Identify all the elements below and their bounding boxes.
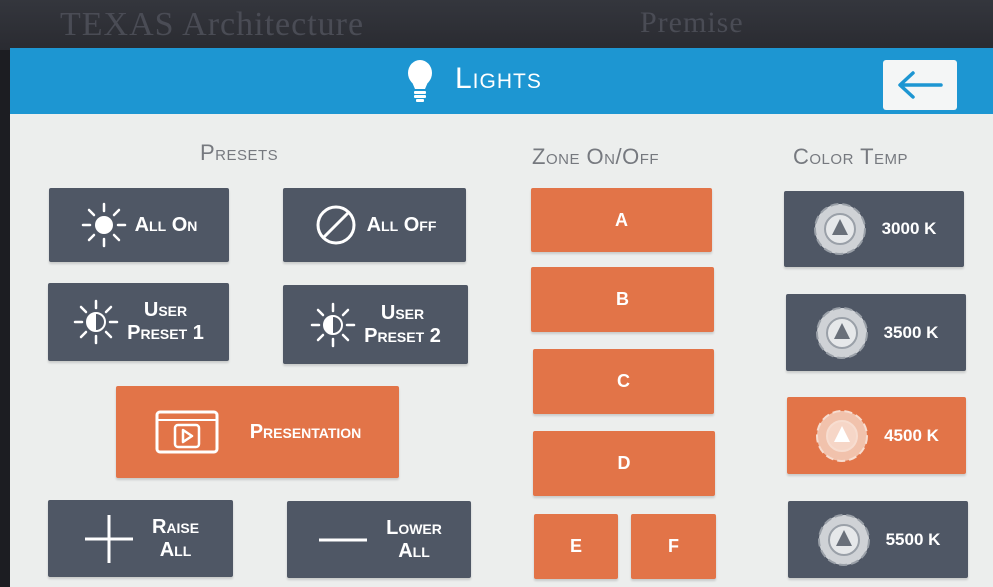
device-bezel-top: TEXAS Architecture Premise xyxy=(0,0,993,50)
all-on-button[interactable]: All On xyxy=(49,188,229,262)
lights-panel: Lights Presets Zone On/Off Color Temp Al… xyxy=(10,48,993,587)
presentation-label: Presentation xyxy=(249,420,362,443)
temp-5500-button[interactable]: 5500 K xyxy=(788,501,968,578)
all-off-button[interactable]: All Off xyxy=(283,188,466,262)
color-wheel-icon xyxy=(812,201,868,257)
zone-f-button[interactable]: F xyxy=(631,514,716,579)
off-circle-icon xyxy=(313,202,359,248)
zone-c-button[interactable]: C xyxy=(533,349,714,414)
plus-icon xyxy=(82,512,136,566)
all-off-label: All Off xyxy=(366,213,437,236)
temp-3500-button[interactable]: 3500 K xyxy=(786,294,966,371)
half-sun-icon xyxy=(310,302,356,348)
color-wheel-icon xyxy=(814,305,870,361)
zone-f-label: F xyxy=(668,536,679,556)
temp-3000-label: 3000 K xyxy=(881,219,937,239)
presets-title: Presets xyxy=(200,140,279,165)
left-arrow-icon xyxy=(898,71,943,99)
temp-4500-label: 4500 K xyxy=(884,425,939,445)
temp-5500-label: 5500 K xyxy=(885,529,941,549)
zone-d-button[interactable]: D xyxy=(533,431,715,496)
back-button[interactable] xyxy=(883,60,957,110)
half-sun-icon xyxy=(73,299,119,345)
temp-3000-button[interactable]: 3000 K xyxy=(784,191,964,267)
raise-all-button[interactable]: Raise All xyxy=(48,500,233,577)
raise-all-label: Raise All xyxy=(151,515,200,561)
minus-icon xyxy=(316,513,370,567)
zone-d-label: D xyxy=(617,453,631,473)
lower-all-label: Lower All xyxy=(386,516,442,562)
zone-e-label: E xyxy=(569,536,582,556)
lightbulb-icon xyxy=(408,60,432,102)
zone-e-button[interactable]: E xyxy=(534,514,618,579)
color-temp-title: Color Temp xyxy=(793,144,909,169)
lower-all-button[interactable]: Lower All xyxy=(287,501,471,578)
all-on-label: All On xyxy=(134,213,198,236)
page-title: Lights xyxy=(455,62,542,95)
header-bar: Lights xyxy=(10,48,993,114)
background-text-right: Premise xyxy=(640,6,744,39)
temp-4500-button[interactable]: 4500 K xyxy=(787,397,966,474)
zone-b-label: B xyxy=(616,289,629,309)
user-preset-1-button[interactable]: User Preset 1 xyxy=(48,283,229,361)
zone-a-button[interactable]: A xyxy=(531,188,712,252)
user-preset-2-button[interactable]: User Preset 2 xyxy=(283,285,468,364)
zone-c-label: C xyxy=(617,371,630,391)
zone-b-button[interactable]: B xyxy=(531,267,714,332)
color-wheel-icon xyxy=(816,512,872,568)
temp-3500-label: 3500 K xyxy=(883,322,939,342)
color-wheel-icon xyxy=(814,408,870,464)
zone-title: Zone On/Off xyxy=(532,144,660,169)
presentation-button[interactable]: Presentation xyxy=(116,386,399,478)
background-text: TEXAS Architecture xyxy=(60,6,365,43)
sun-icon xyxy=(81,202,127,248)
zone-a-label: A xyxy=(615,209,628,230)
user-preset-2-label: User Preset 2 xyxy=(364,301,441,347)
presentation-icon xyxy=(154,408,220,456)
user-preset-1-label: User Preset 1 xyxy=(127,299,204,344)
